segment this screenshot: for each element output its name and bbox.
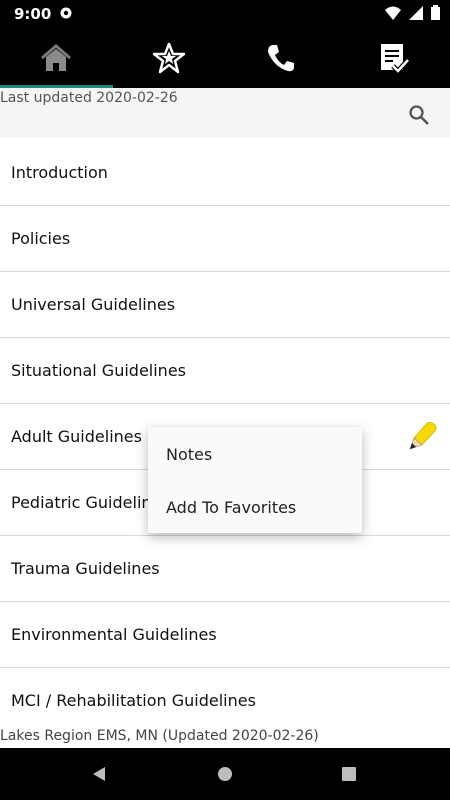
list-item-label: Policies	[11, 229, 71, 248]
list-item-label: Adult Guidelines	[11, 427, 142, 446]
menu-item-label: Add To Favorites	[166, 498, 297, 517]
tab-contacts[interactable]	[225, 28, 338, 88]
list-item[interactable]: Trauma Guidelines	[0, 536, 450, 602]
list-item-label: Situational Guidelines	[11, 361, 186, 380]
footer-text: Lakes Region EMS, MN (Updated 2020-02-26…	[0, 728, 319, 744]
tab-home[interactable]	[0, 28, 113, 88]
menu-item-notes[interactable]: Notes	[148, 427, 362, 480]
context-menu: Notes Add To Favorites	[148, 427, 362, 533]
list-item[interactable]: Introduction	[0, 140, 450, 206]
checklist-icon	[380, 44, 409, 74]
list-item[interactable]: Universal Guidelines	[0, 272, 450, 338]
gear-icon	[60, 7, 72, 19]
menu-item-label: Notes	[166, 445, 213, 464]
pencil-icon[interactable]	[406, 418, 440, 452]
list-item[interactable]: Environmental Guidelines	[0, 602, 450, 668]
search-icon[interactable]	[408, 104, 430, 126]
tab-bar	[0, 28, 450, 88]
list-item-label: Environmental Guidelines	[11, 625, 217, 644]
tab-checklist[interactable]	[338, 28, 450, 88]
wifi-icon	[385, 6, 401, 20]
list-item-label: Trauma Guidelines	[11, 559, 160, 578]
list-item[interactable]: MCI / Rehabilitation Guidelines	[0, 668, 450, 734]
footer: Lakes Region EMS, MN (Updated 2020-02-26…	[0, 727, 450, 748]
header-area: Last updated 2020-02-26	[0, 88, 450, 138]
battery-icon	[431, 5, 440, 20]
status-bar: 9:00	[0, 0, 450, 28]
list-item[interactable]: Situational Guidelines	[0, 338, 450, 404]
home-icon	[41, 44, 72, 71]
recents-icon[interactable]	[341, 766, 357, 782]
tab-favorites[interactable]	[113, 28, 226, 88]
menu-item-add-to-favorites[interactable]: Add To Favorites	[148, 480, 362, 533]
list-item-label: Universal Guidelines	[11, 295, 176, 314]
list-item[interactable]: Policies	[0, 206, 450, 272]
system-nav-bar	[0, 748, 450, 800]
star-icon	[152, 42, 185, 74]
status-time: 9:00	[14, 5, 52, 23]
phone-icon	[268, 45, 295, 72]
list-item-label: MCI / Rehabilitation Guidelines	[11, 691, 256, 710]
home-nav-icon[interactable]	[217, 766, 233, 782]
back-icon[interactable]	[91, 766, 107, 782]
signal-icon	[409, 5, 423, 20]
list-item-label: Introduction	[11, 163, 108, 182]
list-item-label: Pediatric Guidelines	[11, 493, 170, 512]
last-updated-text: Last updated 2020-02-26	[0, 90, 178, 106]
